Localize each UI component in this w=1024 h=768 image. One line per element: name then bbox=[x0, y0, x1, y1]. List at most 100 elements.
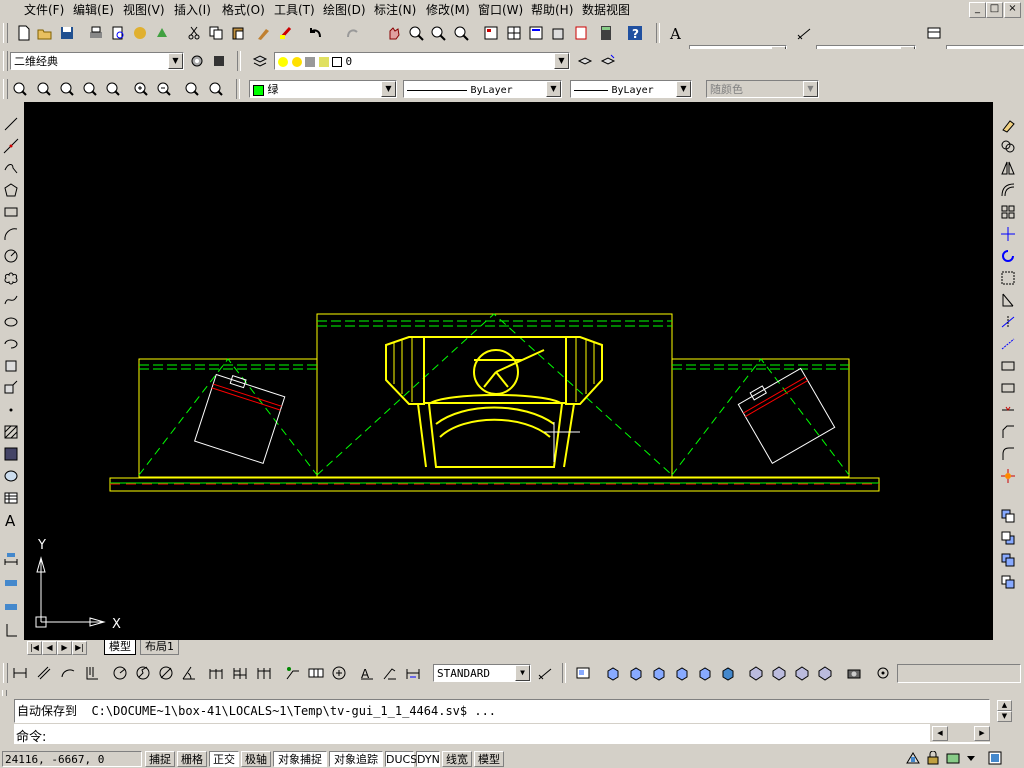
polyline-icon[interactable] bbox=[1, 158, 21, 178]
command-history-scrollbar[interactable]: ▲ ▼ bbox=[994, 699, 1014, 723]
workspace-select[interactable]: 二维经典 ▼ bbox=[10, 52, 184, 70]
tab-layout1[interactable]: 布局1 bbox=[140, 640, 179, 655]
mirror-icon[interactable] bbox=[998, 158, 1018, 178]
insert-block-icon[interactable] bbox=[1, 356, 21, 376]
center-mark-icon[interactable] bbox=[329, 663, 349, 683]
toolbar-grip[interactable] bbox=[3, 51, 8, 71]
dim-continue-icon[interactable] bbox=[254, 663, 274, 683]
view-manager-icon[interactable] bbox=[573, 663, 593, 683]
text-style-icon[interactable]: A bbox=[666, 23, 686, 43]
lineweight-toggle[interactable]: 线宽 bbox=[442, 751, 472, 767]
move-icon[interactable] bbox=[998, 224, 1018, 244]
osnap-toggle[interactable]: 对象捕捉 bbox=[273, 751, 327, 767]
dim-style-toolbar-select[interactable]: STANDARD ▼ bbox=[433, 664, 531, 682]
dim-arc-icon[interactable] bbox=[58, 663, 78, 683]
hatch-icon[interactable] bbox=[1, 422, 21, 442]
tool-palettes-icon[interactable] bbox=[526, 23, 546, 43]
command-line[interactable]: 命令: bbox=[14, 724, 990, 745]
top-view-icon[interactable] bbox=[603, 663, 623, 683]
undo-icon[interactable] bbox=[306, 23, 326, 43]
publish-icon[interactable] bbox=[130, 23, 150, 43]
lock-toolbar-icon[interactable] bbox=[924, 750, 942, 766]
scroll-down-button[interactable]: ▼ bbox=[997, 711, 1012, 722]
minimize-button[interactable]: _ bbox=[969, 2, 986, 18]
menu-modify[interactable]: 修改(M) bbox=[426, 2, 470, 18]
drawing-viewport[interactable]: Y X bbox=[24, 102, 993, 640]
ortho-toggle[interactable]: 正交 bbox=[209, 751, 239, 767]
draworder-above-icon[interactable] bbox=[998, 550, 1018, 570]
layer-select[interactable]: 0 ▼ bbox=[274, 52, 570, 70]
zoom-out-icon[interactable] bbox=[154, 79, 174, 99]
ellipse-arc-icon[interactable] bbox=[1, 334, 21, 354]
grid-toggle[interactable]: 栅格 bbox=[177, 751, 207, 767]
point-icon[interactable] bbox=[1, 400, 21, 420]
dim-style-icon[interactable] bbox=[794, 23, 814, 43]
model-space-toggle[interactable]: 模型 bbox=[474, 751, 504, 767]
snap-toggle[interactable]: 捕捉 bbox=[145, 751, 175, 767]
dim-radius-icon[interactable] bbox=[110, 663, 130, 683]
etransmit-icon[interactable] bbox=[152, 23, 172, 43]
print-icon[interactable] bbox=[86, 23, 106, 43]
break-icon[interactable] bbox=[998, 378, 1018, 398]
tolerance-icon[interactable] bbox=[306, 663, 326, 683]
zoom-realtime-icon[interactable] bbox=[406, 23, 426, 43]
stretch-icon[interactable] bbox=[998, 290, 1018, 310]
zoom-dynamic-icon[interactable] bbox=[34, 79, 54, 99]
polar-toggle[interactable]: 极轴 bbox=[241, 751, 271, 767]
menu-data-view[interactable]: 数据视图 bbox=[582, 2, 630, 18]
qleader-icon[interactable] bbox=[283, 663, 303, 683]
zoom-in-icon[interactable] bbox=[131, 79, 151, 99]
restore-button[interactable]: □ bbox=[986, 2, 1003, 18]
circle-icon[interactable] bbox=[1, 246, 21, 266]
copy-clip-icon[interactable] bbox=[206, 23, 226, 43]
help-icon[interactable]: ? bbox=[625, 23, 645, 43]
polygon-icon[interactable] bbox=[1, 180, 21, 200]
menu-tools[interactable]: 工具(T) bbox=[274, 2, 315, 18]
rectangle-icon[interactable] bbox=[1, 202, 21, 222]
command-window-grip[interactable] bbox=[2, 690, 7, 696]
rotate-icon[interactable] bbox=[998, 246, 1018, 266]
first-tab-button[interactable]: |◀ bbox=[27, 641, 42, 655]
zoom-window-icon[interactable] bbox=[10, 79, 30, 99]
command-hscrollbar[interactable]: ◀ ▶ bbox=[930, 724, 990, 742]
gradient-icon[interactable] bbox=[1, 444, 21, 464]
draworder-back-icon[interactable] bbox=[998, 528, 1018, 548]
communication-center-icon[interactable] bbox=[904, 750, 922, 766]
dim-baseline-icon[interactable] bbox=[230, 663, 250, 683]
drawing-canvas[interactable]: Y X bbox=[24, 102, 993, 640]
fillet-icon[interactable] bbox=[998, 444, 1018, 464]
dimension-icon[interactable] bbox=[1, 548, 21, 568]
make-object-layer-current-icon[interactable] bbox=[575, 51, 595, 71]
close-button[interactable]: × bbox=[1004, 2, 1021, 18]
mtext-icon[interactable]: A bbox=[1, 510, 21, 530]
layer-previous-icon[interactable] bbox=[598, 51, 618, 71]
scroll-up-button[interactable]: ▲ bbox=[997, 700, 1012, 711]
redo-icon[interactable] bbox=[342, 23, 362, 43]
menu-edit[interactable]: 编辑(E) bbox=[73, 2, 114, 18]
left-view-icon[interactable] bbox=[649, 663, 669, 683]
draworder-under-icon[interactable] bbox=[998, 572, 1018, 592]
chevron-down-icon[interactable]: ▼ bbox=[676, 81, 691, 97]
tab-model[interactable]: 模型 bbox=[104, 640, 136, 655]
chevron-down-icon[interactable]: ▼ bbox=[515, 665, 530, 681]
scroll-left-button[interactable]: ◀ bbox=[932, 726, 948, 741]
markup-icon[interactable] bbox=[571, 23, 591, 43]
menu-format[interactable]: 格式(O) bbox=[222, 2, 265, 18]
chevron-down-icon[interactable]: ▼ bbox=[168, 53, 183, 69]
ellipse-icon[interactable] bbox=[1, 312, 21, 332]
dim-linear-icon[interactable] bbox=[1, 572, 21, 592]
otrack-toggle[interactable]: 对象追踪 bbox=[329, 751, 383, 767]
prev-tab-button[interactable]: ◀ bbox=[42, 641, 57, 655]
camera-icon[interactable] bbox=[844, 663, 864, 683]
layer-properties-manager-icon[interactable] bbox=[250, 51, 270, 71]
dim-diameter-icon[interactable] bbox=[156, 663, 176, 683]
array-icon[interactable] bbox=[998, 202, 1018, 222]
chevron-down-icon[interactable]: ▼ bbox=[546, 81, 561, 97]
menu-dimension[interactable]: 标注(N) bbox=[374, 2, 416, 18]
construction-line-icon[interactable] bbox=[1, 136, 21, 156]
cut-icon[interactable] bbox=[184, 23, 204, 43]
lineweight-control-select[interactable]: ByLayer ▼ bbox=[570, 80, 692, 98]
bottom-view-icon[interactable] bbox=[626, 663, 646, 683]
extend-icon[interactable] bbox=[998, 334, 1018, 354]
region-icon[interactable] bbox=[1, 466, 21, 486]
